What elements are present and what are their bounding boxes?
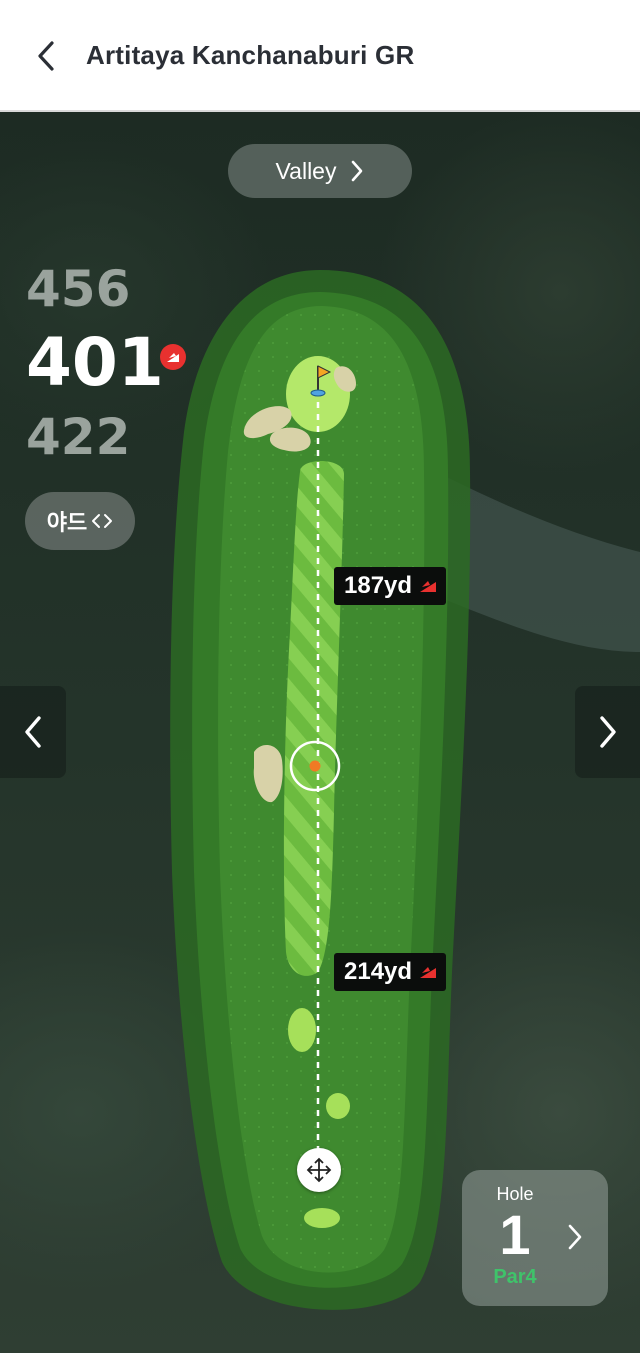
distance-from-tee-value: 214yd [344,958,413,985]
distance-back-tee[interactable]: 456 [26,260,130,318]
hole-selector-card[interactable]: Hole 1 Par4 [462,1170,608,1306]
next-hole-button[interactable] [575,686,640,778]
hole-number: 1 [499,1203,531,1266]
move-arrows-icon [306,1157,332,1183]
distance-to-pin-value: 187yd [344,572,413,599]
chevron-right-icon [352,160,363,182]
tee-box [326,1093,350,1119]
tee-move-handle[interactable] [297,1148,341,1192]
hole-map[interactable]: Valley 456 401 422 야드 187yd 214yd Hole 1… [0,112,640,1353]
swap-arrows-icon [92,514,113,528]
page-title: Artitaya Kanchanaburi GR [86,40,415,70]
prev-hole-button[interactable] [0,686,66,778]
chevron-right-icon [600,716,616,748]
chevron-left-icon [25,716,41,748]
distance-front-tee[interactable]: 422 [26,408,130,466]
distance-from-tee-label: 214yd [334,953,447,991]
course-name: Valley [275,157,337,184]
tee-box [304,1208,340,1228]
tee-flag-icon [420,967,437,978]
chevron-left-icon [38,41,54,71]
app-header: Artitaya Kanchanaburi GR [0,0,640,112]
tee-flag-icon [160,344,186,370]
back-button[interactable] [26,36,66,76]
course-selector[interactable]: Valley [228,144,412,198]
unit-label: 야드 [46,510,88,535]
hole-par: Par4 [493,1266,537,1288]
chevron-right-icon [568,1224,582,1250]
tee-flag-icon [420,581,437,592]
target-marker[interactable] [289,740,341,792]
tee-box [288,1008,316,1052]
distance-selected-tee[interactable]: 401 [26,324,164,401]
distance-to-pin-label: 187yd [334,567,447,605]
unit-toggle-button[interactable]: 야드 [25,492,135,550]
